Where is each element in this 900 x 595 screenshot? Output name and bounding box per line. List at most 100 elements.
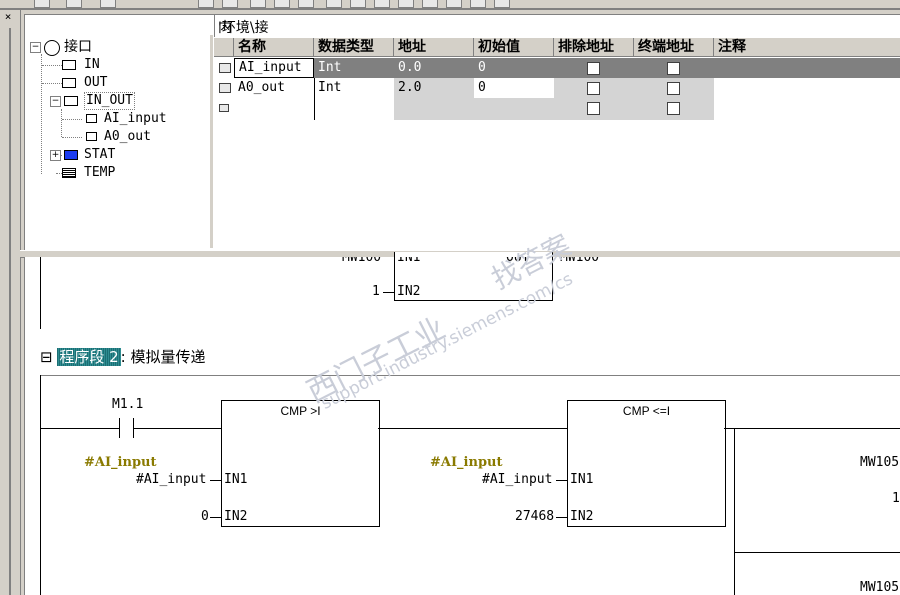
in1-pin: IN1 [570,472,594,487]
network-title: : 模拟量传递 [120,348,206,366]
toolbar-icon[interactable] [66,0,82,8]
toolbar-icon[interactable] [222,0,238,8]
tree-item-stat[interactable]: + STAT [50,146,190,164]
column-header[interactable]: 排除地址 [554,38,634,57]
terminal-checkbox[interactable] [667,62,680,75]
tree-item-label: IN_OUT [84,92,135,110]
collapse-icon[interactable]: − [30,42,41,53]
wire [378,428,567,429]
wire [133,428,221,429]
column-header[interactable]: 终端地址 [634,38,714,57]
wire [556,480,567,481]
cell-initial[interactable]: 0 [474,78,554,98]
variable-icon [86,132,97,141]
toolbar-icon[interactable] [100,0,116,8]
interface-icon [44,40,60,56]
right-operand[interactable]: MW105 [860,455,899,470]
column-header[interactable]: 地址 [394,38,474,57]
wire [556,517,567,518]
collapse-icon[interactable]: ⊟ [40,348,53,366]
contact-operand: M1.1 [112,397,144,412]
toolbar-icon[interactable] [374,0,390,8]
column-header[interactable]: 名称 [234,38,314,57]
toolbar-icon[interactable] [446,0,462,8]
sash-divider [9,28,11,595]
toolbar-icon[interactable] [470,0,486,8]
cell-initial[interactable]: 0 [474,58,554,78]
right-operand[interactable]: MW105 [860,580,899,595]
column-header[interactable]: 数据类型 [314,38,394,57]
cell-name[interactable]: A0_out [234,78,314,98]
cell-address: 2.0 [398,80,422,95]
in2-pin: IN2 [570,509,594,524]
network-header[interactable]: ⊟ 程序段 2: 模拟量传递 [40,346,206,367]
tree-root-label: 接口 [64,39,92,55]
tree-item-out[interactable]: OUT [62,74,182,92]
in2-value[interactable]: 0 [201,509,209,524]
cmp-gt-block[interactable]: CMP >I [221,400,380,527]
parameter-icon [64,150,78,160]
toolbar-icon[interactable] [34,0,50,8]
tree-item-label: OUT [84,75,108,90]
tree-item-in[interactable]: IN [62,56,182,74]
toolbar-icon[interactable] [494,0,510,8]
new-row-icon [219,104,229,112]
wire [40,428,120,429]
in1-operand[interactable]: #AI_input [136,472,206,487]
content-path-header: 内容: '环境\接口\IN_OUT' [214,15,900,73]
cmp-le-block[interactable]: CMP <=I [567,400,726,527]
tree-guide [62,119,82,120]
toolbar-icon[interactable] [250,0,266,8]
tree-item-in-out[interactable]: − IN_OUT [50,92,190,110]
right-value[interactable]: 1 [892,491,900,506]
in2-pin: IN2 [224,509,248,524]
column-header[interactable]: 注释 [714,38,900,57]
parameter-icon [62,168,76,178]
toolbar-icon[interactable] [198,0,214,8]
cell-name[interactable]: AI_input [234,58,314,78]
contact-left[interactable] [119,418,120,438]
toolbar-icon[interactable] [298,0,314,8]
in2-value[interactable]: 27468 [515,509,554,524]
tree-item-label: IN [84,57,100,72]
exclude-checkbox[interactable] [587,62,600,75]
in1-pin: IN1 [224,472,248,487]
tree-item-a0-out[interactable]: A0_out [82,128,212,146]
tree-guide [62,137,82,138]
table-row[interactable] [214,58,234,78]
toolbar [0,0,900,8]
in2-value: 1 [372,284,380,299]
exclude-checkbox[interactable] [587,82,600,95]
terminal-checkbox[interactable] [667,82,680,95]
tree-item-ai-input[interactable]: AI_input [82,110,212,128]
close-icon[interactable]: × [2,11,14,23]
toolbar-icon[interactable] [274,0,290,8]
tree-item-label: AI_input [104,111,167,126]
toolbar-icon[interactable] [422,0,438,8]
branch-line [734,428,735,595]
column-header[interactable]: 初始值 [474,38,554,57]
toolbar-icon[interactable] [398,0,414,8]
power-rail [40,375,41,595]
tree-item-root[interactable]: − 接口 [30,38,200,56]
in1-operand[interactable]: #AI_input [482,472,552,487]
exclude-checkbox[interactable] [587,102,600,115]
terminal-checkbox[interactable] [667,102,680,115]
cell-type[interactable]: Int [314,78,394,98]
collapse-icon[interactable]: − [50,96,61,107]
expand-icon[interactable]: + [50,150,61,161]
in2-pin: IN2 [397,284,421,299]
table-row[interactable] [214,78,234,98]
network-label: 程序段 2 [57,348,121,366]
tree-guide [42,83,62,84]
toolbar-icon[interactable] [326,0,342,8]
in1-symbol: #AI_input [84,455,157,470]
toolbar-separator [0,8,900,10]
tree-item-temp[interactable]: TEMP [62,164,182,182]
wire [210,480,221,481]
parameter-icon [62,78,76,88]
toolbar-icon[interactable] [350,0,366,8]
table-row[interactable] [214,98,234,118]
cell-type[interactable]: Int [314,58,394,78]
tree-item-label: TEMP [84,165,116,180]
